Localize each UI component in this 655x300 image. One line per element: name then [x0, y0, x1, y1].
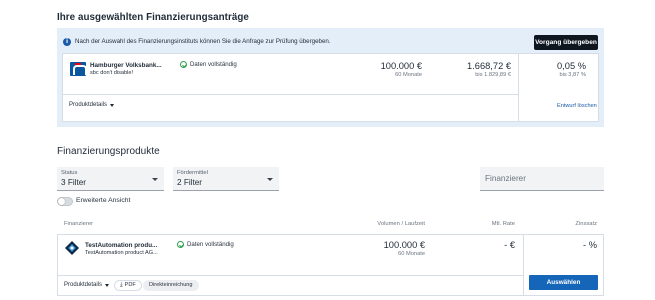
chevron-down-icon[interactable]	[110, 104, 114, 107]
product-interest-value: - %	[583, 240, 597, 250]
foerder-filter-value: 2 Filter	[177, 178, 203, 187]
interest-range-value: bis 3,87 %	[559, 72, 586, 78]
extended-view-label: Erweiterte Ansicht	[76, 197, 131, 204]
extended-view-toggle[interactable]	[57, 197, 73, 206]
foerder-filter-label: Fördermittel	[177, 170, 208, 176]
product-details-toggle[interactable]: Produktdetails	[64, 282, 102, 288]
column-header-interest: Zinssatz	[575, 221, 597, 227]
download-icon: ⤓	[120, 282, 123, 288]
direct-submission-tag: Direkteinreichung	[143, 280, 199, 291]
product-details-toggle[interactable]: Produktdetails	[69, 102, 107, 108]
rate-range-value: bis 1.829,89 €	[475, 72, 511, 78]
product-amount-value: 100.000 €	[383, 240, 425, 250]
status-filter-label: Status	[61, 170, 78, 176]
product-rate-value: - €	[504, 240, 515, 250]
selected-section-title: Ihre ausgewählten Finanzierungsanträge	[57, 12, 249, 23]
status-filter-select[interactable]: Status 3 Filter	[57, 167, 164, 191]
products-section-title: Finanzierungsprodukte	[57, 146, 160, 157]
foerder-filter-select[interactable]: Fördermittel 2 Filter	[173, 167, 279, 191]
info-icon: i	[63, 38, 71, 46]
bank-logo-icon	[70, 62, 87, 76]
pdf-download-button[interactable]: ⤓ PDF	[114, 280, 142, 291]
column-divider	[518, 54, 519, 121]
check-circle-icon	[177, 241, 184, 248]
bank-name: Hamburger Volksbank...	[90, 62, 162, 69]
column-divider	[523, 235, 524, 295]
product-card: TestAutomation produ... TestAutomation p…	[57, 234, 604, 296]
check-circle-icon	[180, 61, 187, 68]
row-divider	[58, 275, 523, 276]
caret-down-icon	[267, 178, 273, 181]
column-header-financier: Finanzierer	[64, 221, 93, 227]
amount-value: 100.000 €	[380, 61, 422, 71]
selected-applications-panel: i Nach der Auswahl des Finanzierungsinst…	[57, 28, 604, 127]
product-duration-value: 60 Monate	[398, 251, 425, 257]
rate-value: 1.668,72 €	[467, 61, 511, 71]
column-header-volume: Volumen / Laufzeit	[377, 221, 425, 227]
delete-draft-link[interactable]: Entwurf löschen	[557, 103, 597, 109]
chevron-down-icon[interactable]	[105, 284, 109, 287]
interest-value: 0,05 %	[557, 61, 586, 71]
product-subtitle: TestAutomation product AG...	[85, 250, 158, 256]
financier-search-input[interactable]	[480, 167, 604, 191]
product-name: TestAutomation produ...	[85, 242, 158, 249]
status-text: Daten vollständig	[190, 61, 237, 68]
pdf-label: PDF	[124, 282, 136, 288]
product-status-text: Daten vollständig	[187, 241, 234, 248]
selected-application-card: Hamburger Volksbank... sbc don't disable…	[62, 53, 599, 122]
status-filter-value: 3 Filter	[61, 178, 87, 187]
select-product-button[interactable]: Auswählen	[529, 275, 598, 290]
bank-subtitle: sbc don't disable!	[90, 70, 134, 76]
row-divider	[63, 94, 518, 95]
submit-process-button[interactable]: Vorgang übergeben	[534, 35, 598, 50]
duration-value: 60 Monate	[395, 72, 422, 78]
column-header-rate: Mtl. Rate	[491, 221, 515, 227]
caret-down-icon	[152, 178, 158, 181]
info-text: Nach der Auswahl des Finanzierungsinstit…	[75, 38, 331, 45]
testautomation-logo-icon	[65, 241, 79, 255]
